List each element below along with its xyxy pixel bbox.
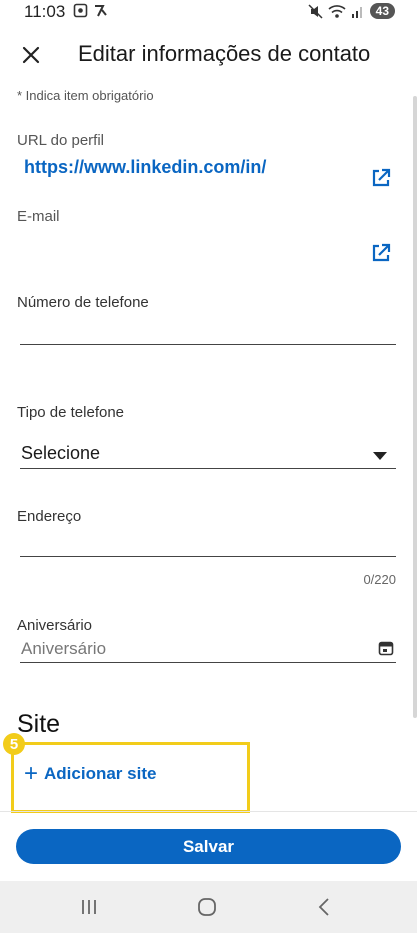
- step-badge: 5: [3, 733, 25, 755]
- profile-url-label: URL do perfil: [17, 132, 104, 149]
- footer-divider: [0, 811, 417, 812]
- back-icon: [318, 898, 329, 916]
- phone-type-label: Tipo de telefone: [17, 404, 125, 421]
- profile-url-link[interactable]: https://www.linkedin.com/in/: [24, 157, 266, 178]
- email-label: E-mail: [17, 208, 60, 225]
- address-label: Endereço: [17, 508, 82, 525]
- close-icon: [22, 46, 40, 64]
- phone-type-select[interactable]: [20, 442, 396, 469]
- clock: 11:03: [24, 2, 66, 21]
- battery-indicator: 43: [369, 3, 395, 19]
- recent-apps-icon: [82, 900, 96, 914]
- birthday-input[interactable]: [20, 638, 396, 663]
- required-note: * Indica item obrigatório: [17, 88, 154, 103]
- status-bar: 11:03 43: [0, 0, 417, 24]
- close-button[interactable]: [14, 38, 48, 72]
- system-navigation-bar: [0, 881, 417, 933]
- status-icons-right: 43: [308, 3, 395, 19]
- external-link-icon: [372, 243, 391, 262]
- phone-number-label: Número de telefone: [17, 294, 149, 311]
- external-link-icon: [372, 168, 391, 187]
- recent-apps-button[interactable]: [76, 895, 102, 919]
- status-icons-left: [73, 3, 108, 18]
- signal-icon: [351, 6, 362, 18]
- home-icon: [198, 898, 216, 916]
- back-button[interactable]: [311, 895, 337, 919]
- add-site-button[interactable]: + Adicionar site: [24, 762, 156, 786]
- address-char-counter: 0/220: [363, 572, 396, 587]
- scrollbar[interactable]: [413, 96, 417, 718]
- address-input[interactable]: [20, 532, 396, 557]
- screenshot-icon: [73, 3, 88, 18]
- add-site-label: Adicionar site: [44, 764, 157, 783]
- wifi-icon: [328, 4, 346, 18]
- home-button[interactable]: [194, 895, 220, 919]
- top-app-bar: Editar informações de contato: [0, 34, 417, 78]
- birthday-label: Aniversário: [17, 617, 93, 634]
- page-title: Editar informações de contato: [78, 41, 371, 66]
- tool-icon: [95, 5, 107, 17]
- save-button[interactable]: Salvar: [16, 829, 401, 864]
- open-email-button[interactable]: [370, 242, 394, 266]
- site-section-heading: Site: [17, 710, 61, 738]
- plus-icon: +: [24, 760, 39, 787]
- open-profile-url-button[interactable]: [370, 167, 394, 191]
- mute-icon: [308, 3, 323, 19]
- phone-number-input[interactable]: [20, 318, 396, 345]
